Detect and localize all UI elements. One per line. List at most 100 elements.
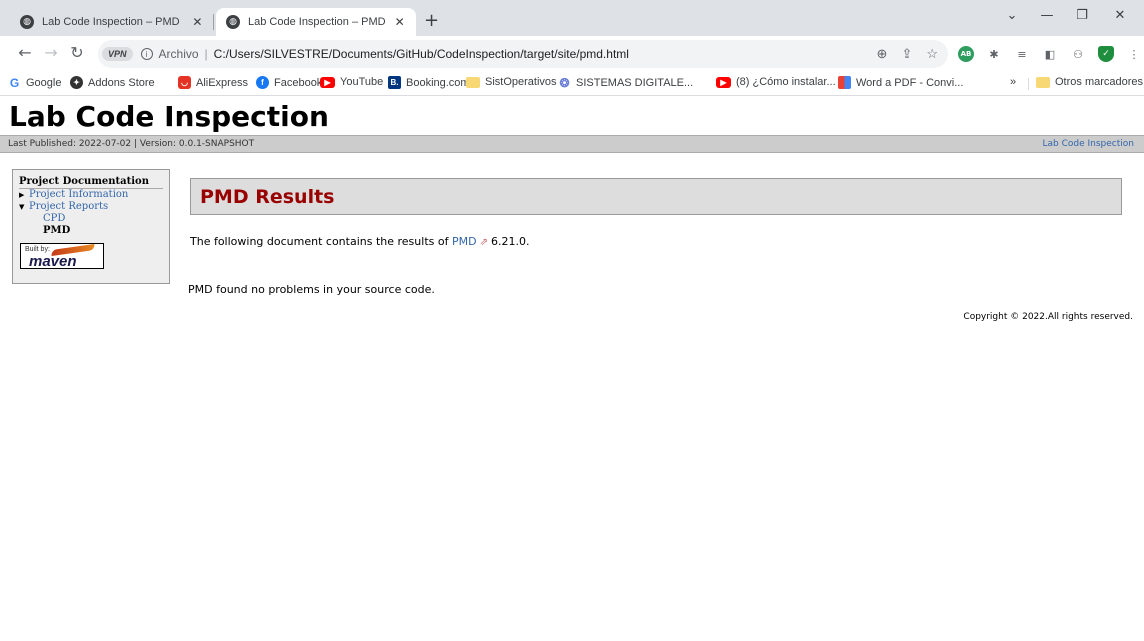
puzzle-icon[interactable]: ✱: [986, 46, 1002, 62]
bookmark-label: YouTube: [340, 76, 384, 88]
restore-button[interactable]: ❐: [1072, 8, 1092, 23]
close-icon[interactable]: ✕: [191, 15, 204, 29]
menu-icon[interactable]: ⋮: [1126, 46, 1142, 62]
zoom-icon[interactable]: ⊕: [877, 46, 888, 62]
adblock-icon[interactable]: AB: [958, 46, 974, 62]
side-panel-icon[interactable]: ◧: [1042, 46, 1058, 62]
bookmark-word-a-pdf[interactable]: Word a PDF - Convi...: [838, 76, 963, 89]
bookmark-facebook[interactable]: f Facebook: [256, 76, 322, 89]
bookmark-aliexpress[interactable]: ◡ AliExpress: [178, 76, 248, 89]
globe-icon: ◍: [226, 15, 240, 29]
bookmark-google[interactable]: G Google: [8, 75, 62, 90]
bookmark-label: Otros marcadores: [1055, 76, 1144, 88]
tab-title: Lab Code Inspection – PMD Results: [248, 16, 386, 28]
nav-item-label: Project Reports: [29, 201, 109, 212]
bookmark-sistemas-digitales[interactable]: ❂ SISTEMAS DIGITALE...: [558, 75, 694, 90]
bookmarks-bar: G Google ✦ Addons Store ◡ AliExpress f F…: [0, 72, 1144, 96]
facebook-icon: f: [256, 76, 269, 89]
version-info: Version: 0.0.1-SNAPSHOT: [139, 139, 255, 149]
site-title: Lab Code Inspection: [9, 100, 329, 133]
bookmark-addons-store[interactable]: ✦ Addons Store: [70, 76, 155, 89]
left-navigation: Project Documentation ▶ Project Informat…: [12, 169, 170, 284]
reload-button[interactable]: ↻: [68, 44, 86, 62]
star-icon[interactable]: ☆: [926, 46, 938, 62]
bookmark-como-instalar[interactable]: ▶ (8) ¿Cómo instalar...: [716, 76, 836, 88]
bookmarks-divider: [1028, 78, 1029, 90]
folder-icon: [1036, 76, 1050, 88]
badge-built-by: Built by:: [25, 246, 50, 253]
nav-subitem-pmd: PMD: [43, 225, 71, 236]
nav-item-project-information[interactable]: ▶ Project Information: [19, 189, 163, 201]
new-tab-button[interactable]: +: [424, 12, 439, 30]
intro-text: The following document contains the resu…: [190, 235, 529, 248]
breadcrumb-separator: |: [131, 139, 140, 149]
globe-icon: ◍: [20, 15, 34, 29]
bookmark-booking[interactable]: B. Booking.com: [388, 76, 470, 89]
shield-icon[interactable]: ✓: [1098, 46, 1114, 62]
folder-icon: [466, 76, 480, 88]
bookmark-label: Word a PDF - Convi...: [856, 76, 964, 89]
bookmark-youtube[interactable]: ▶ YouTube: [320, 76, 383, 88]
bookmark-label: Addons Store: [88, 76, 155, 89]
badge-maven: maven: [29, 253, 77, 270]
media-icon[interactable]: ≡: [1014, 46, 1030, 62]
bookmark-label: AliExpress: [196, 76, 248, 89]
info-icon[interactable]: i: [140, 48, 153, 60]
scheme-label: Archivo: [158, 47, 199, 61]
close-window-button[interactable]: ✕: [1110, 8, 1130, 23]
collapsed-arrow-icon: ▶: [19, 191, 25, 199]
intro-before: The following document contains the resu…: [190, 235, 452, 248]
profile-icon[interactable]: ⚇: [1070, 46, 1086, 62]
breadcrumb: Last Published: 2022-07-02 | Version: 0.…: [0, 135, 1144, 153]
page-content: Lab Code Inspection Last Published: 2022…: [0, 97, 1144, 641]
bookmark-label: SISTEMAS DIGITALE...: [576, 76, 694, 89]
copyright-footer: Copyright © 2022.All rights reserved.: [963, 312, 1133, 322]
addons-icon: ✦: [70, 76, 83, 89]
share-icon[interactable]: ⇪: [901, 46, 912, 62]
page-title: PMD Results: [200, 186, 335, 208]
last-published: Last Published: 2022-07-02: [8, 139, 132, 149]
link-icon: ❂: [559, 75, 570, 90]
bookmark-label: SistOperativos: [485, 76, 557, 88]
browser-tab-1[interactable]: ◍ Lab Code Inspection – PMD Results ✕: [10, 8, 214, 36]
forward-button[interactable]: →: [42, 44, 60, 62]
youtube-icon: ▶: [320, 76, 335, 88]
intro-after: 6.21.0.: [490, 235, 530, 248]
back-button[interactable]: ←: [16, 44, 34, 62]
minimize-button[interactable]: —: [1037, 8, 1057, 23]
vpn-badge[interactable]: VPN: [102, 47, 133, 61]
close-icon[interactable]: ✕: [393, 15, 406, 29]
external-link-icon: ⇗: [479, 237, 488, 248]
bookmarks-overflow-button[interactable]: »: [1010, 76, 1016, 88]
address-bar[interactable]: VPN i Archivo | C:/Users/SILVESTRE/Docum…: [98, 40, 948, 68]
built-by-maven-logo[interactable]: Built by: maven: [20, 243, 104, 270]
nav-subitem-cpd[interactable]: CPD: [19, 213, 163, 225]
google-icon: G: [9, 75, 20, 90]
word-pdf-icon: [838, 76, 851, 89]
nav-item-project-reports[interactable]: ▼ Project Reports: [19, 201, 163, 213]
bookmark-label: Booking.com: [406, 76, 470, 89]
bookmark-label: (8) ¿Cómo instalar...: [736, 76, 836, 88]
browser-tab-2[interactable]: ◍ Lab Code Inspection – PMD Results ✕: [216, 8, 416, 36]
tab-strip: ◍ Lab Code Inspection – PMD Results ✕ ◍ …: [0, 0, 1144, 36]
tab-separator: [213, 14, 214, 30]
pmd-link[interactable]: PMD: [452, 235, 477, 248]
browser-toolbar: ← → ↻ VPN i Archivo | C:/Users/SILVESTRE…: [0, 36, 1144, 72]
project-link[interactable]: Lab Code Inspection: [1043, 139, 1135, 149]
nav-heading: Project Documentation: [19, 176, 163, 189]
bookmark-label: Facebook: [274, 76, 323, 89]
bookmark-otros-marcadores[interactable]: Otros marcadores: [1036, 76, 1143, 88]
tab-search-icon[interactable]: ⌄: [1002, 8, 1022, 23]
aliexpress-icon: ◡: [178, 76, 191, 89]
section-header: PMD Results: [190, 178, 1122, 215]
booking-icon: B.: [388, 76, 401, 89]
tab-title: Lab Code Inspection – PMD Results: [42, 16, 183, 28]
bookmark-label: Google: [26, 76, 62, 89]
omnibox-actions: ⊕ ⇪ ☆: [877, 46, 938, 62]
nav-item-label: Project Information: [29, 189, 129, 200]
youtube-icon: ▶: [716, 76, 731, 88]
expanded-arrow-icon: ▼: [19, 203, 25, 211]
result-text: PMD found no problems in your source cod…: [188, 283, 435, 296]
url-text[interactable]: C:/Users/SILVESTRE/Documents/GitHub/Code…: [214, 47, 629, 61]
bookmark-sistoperativos[interactable]: SistOperativos: [466, 76, 557, 88]
